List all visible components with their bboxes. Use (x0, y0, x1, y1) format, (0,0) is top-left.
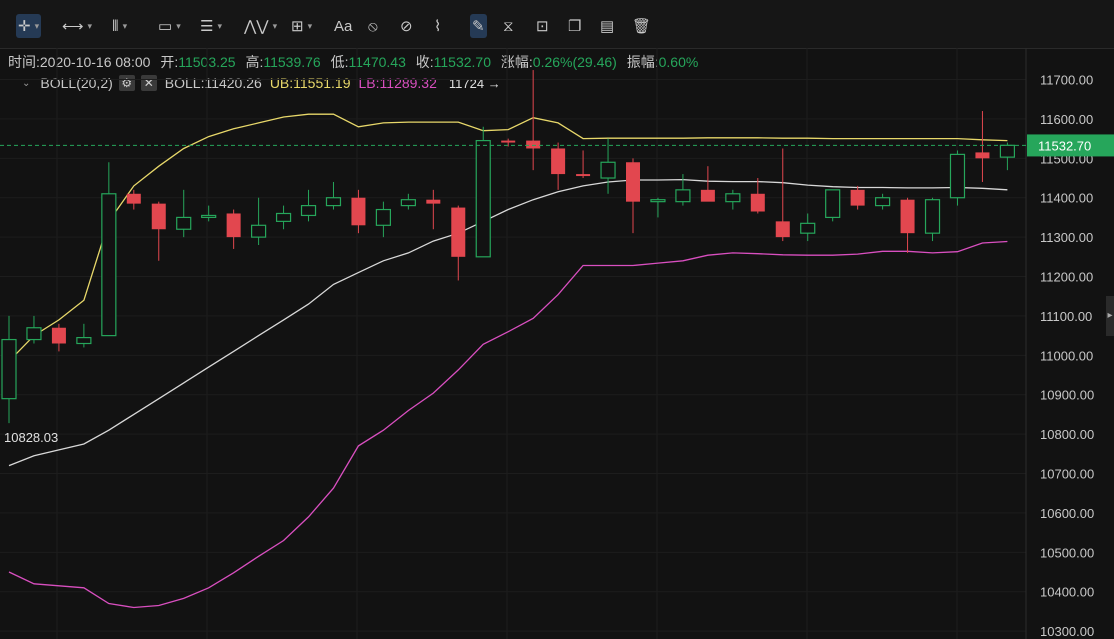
candle-body-down (126, 193, 141, 204)
candle-body-down (975, 152, 990, 159)
y-tick-label: 11300.00 (1040, 230, 1093, 245)
y-tick-label: 11100.00 (1040, 309, 1092, 324)
candle-body-down (551, 148, 566, 175)
candle-body-up (251, 224, 267, 238)
y-tick-label: 11600.00 (1040, 112, 1093, 127)
y-tick-label: 10800.00 (1040, 427, 1094, 442)
candle-body-up (201, 214, 217, 219)
candle-body-down (501, 140, 516, 143)
y-tick-label: 10300.00 (1040, 624, 1094, 639)
y-tick-label: 10900.00 (1040, 388, 1094, 403)
candlestick-chart[interactable]: 11700.0011600.0011500.0011400.0011300.00… (0, 0, 1114, 639)
candle-body-up (26, 327, 42, 341)
candle-body-down (775, 221, 790, 238)
y-tick-label: 11400.00 (1040, 191, 1093, 206)
candle-body-up (375, 208, 391, 226)
y-tick-label: 10500.00 (1040, 545, 1094, 560)
y-tick-label: 10600.00 (1040, 506, 1094, 521)
candle-body-up (1, 338, 17, 400)
scroll-right-icon[interactable]: ▸ (1106, 296, 1114, 336)
candle-body-up (874, 197, 891, 207)
candle-body-down (576, 174, 591, 177)
candle-body-up (949, 153, 966, 199)
y-tick-label: 11000.00 (1040, 348, 1093, 363)
y-tick-label: 10700.00 (1040, 467, 1094, 482)
candle-body-down (351, 197, 366, 226)
candle-body-up (475, 139, 491, 258)
min-price-marker: 10828.03 (4, 430, 58, 445)
candle-body-up (275, 212, 292, 222)
y-tick-label: 11700.00 (1040, 73, 1093, 88)
candle-body-up (825, 189, 841, 219)
candle-body-up (924, 199, 941, 234)
candle-body-down (526, 140, 541, 149)
candle-body-down (426, 199, 441, 204)
candle-body-down (700, 189, 715, 202)
candle-body-up (725, 193, 741, 203)
candle-body-up (176, 216, 192, 230)
candle-body-up (800, 222, 816, 234)
candle-body-up (300, 205, 317, 217)
candle-body-up (325, 197, 342, 207)
last-price-label: 11532.70 (1038, 138, 1091, 153)
candle-body-up (675, 189, 691, 203)
candle-body-down (51, 327, 66, 344)
candle-body-down (626, 162, 640, 202)
candle-body-down (226, 213, 241, 238)
candle-body-up (650, 199, 666, 203)
candle-body-up (999, 144, 1016, 158)
candle-body-up (101, 193, 117, 337)
candle-body-down (900, 199, 915, 234)
candle-body-down (451, 207, 466, 257)
candle-body-up (600, 161, 616, 179)
candle-body-up (400, 199, 416, 207)
candle-body-down (151, 203, 166, 230)
candle-body-down (850, 189, 865, 206)
candle-body-down (750, 193, 765, 212)
y-tick-label: 11200.00 (1040, 270, 1093, 285)
y-tick-label: 10400.00 (1040, 585, 1094, 600)
candle-body-up (76, 336, 92, 345)
